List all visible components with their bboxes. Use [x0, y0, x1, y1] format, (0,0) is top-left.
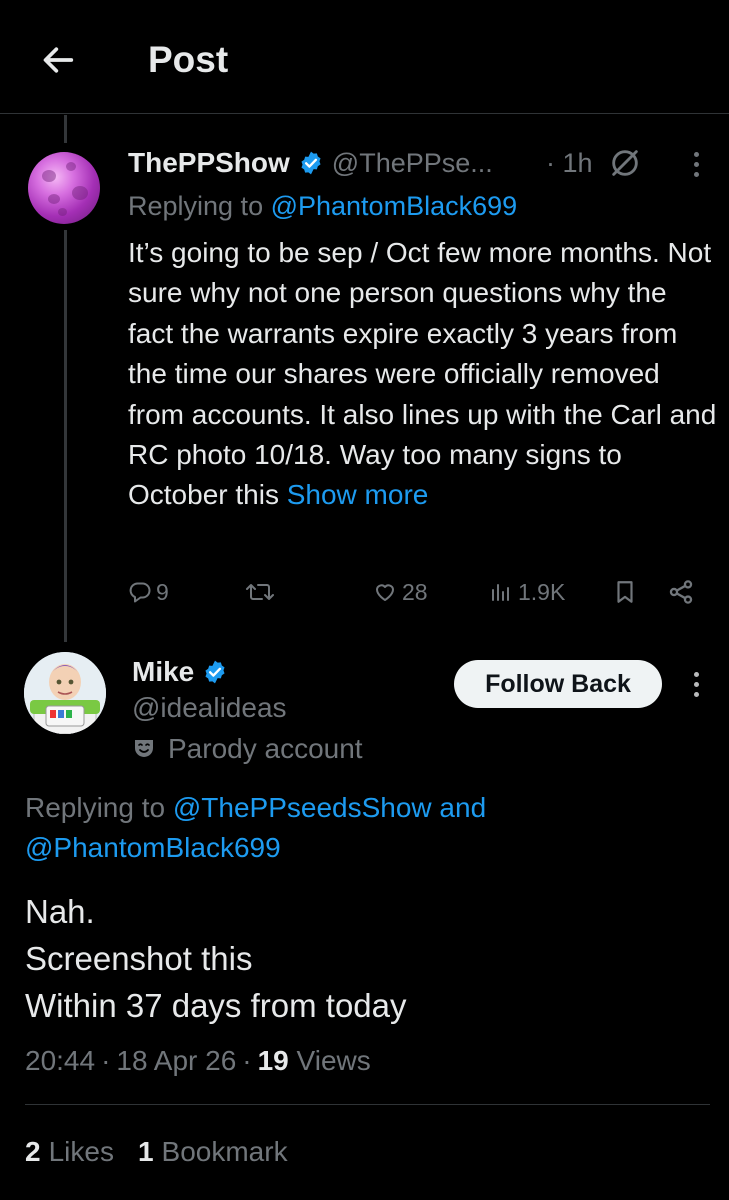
tweet-line: Within 37 days from today — [25, 987, 407, 1024]
author-name[interactable]: ThePPShow — [128, 147, 290, 179]
views-icon — [492, 584, 509, 601]
avatar-mike[interactable] — [24, 652, 106, 734]
replying-to-link[interactable]: @PhantomBlack699 — [25, 832, 281, 863]
like-count: 28 — [402, 578, 428, 605]
divider — [25, 1104, 710, 1105]
share-icon — [669, 580, 693, 604]
reply-icon — [129, 582, 151, 603]
reply-count: 9 — [156, 578, 169, 605]
replying-prefix: Replying to — [25, 792, 173, 823]
likes-stat[interactable]: 2 Likes — [25, 1136, 114, 1168]
author-handle[interactable]: @idealideas — [132, 690, 287, 726]
replying-to: Replying to @PhantomBlack699 — [128, 188, 517, 224]
back-arrow-icon — [43, 47, 74, 73]
reply-button[interactable]: 9 — [128, 570, 169, 614]
replying-and: and — [431, 792, 487, 823]
tweet-line: Nah. — [25, 893, 95, 930]
bookmark-button[interactable] — [612, 570, 638, 614]
parent-tweet-text: It’s going to be sep / Oct few more mont… — [128, 233, 718, 516]
more-options-button[interactable] — [684, 666, 708, 702]
tweet-meta: 20:44 · 18 Apr 26 · 19 Views — [25, 1040, 371, 1082]
separator: · — [101, 1045, 111, 1076]
page-title: Post — [148, 39, 229, 80]
replying-prefix: Replying to — [128, 191, 271, 221]
theater-mask-icon — [135, 740, 153, 757]
likes-count: 2 — [25, 1136, 41, 1167]
likes-label: Likes — [48, 1136, 114, 1167]
heart-icon — [376, 584, 394, 601]
views-count: 19 — [257, 1045, 289, 1076]
main-tweet-text: Nah. Screenshot this Within 37 days from… — [25, 888, 715, 1029]
tweet-body: It’s going to be sep / Oct few more mont… — [128, 237, 717, 511]
parent-tweet-header: ThePPShow @ThePPse... — [128, 143, 493, 183]
bookmark-icon — [617, 581, 633, 603]
parody-text: Parody account — [168, 733, 363, 764]
avatar-theppshow[interactable] — [28, 152, 100, 224]
parody-label: Parody account — [132, 730, 363, 768]
separator: · — [242, 1045, 252, 1076]
tweet-actions: 9 28 1.9K — [0, 570, 729, 614]
engagement-stats: 2 Likes 1 Bookmark — [25, 1132, 288, 1172]
bookmarks-count: 1 — [137, 1136, 154, 1167]
more-options-button[interactable] — [684, 146, 708, 182]
replying-to-link[interactable]: @PhantomBlack699 — [271, 191, 518, 221]
retweet-icon — [246, 584, 274, 600]
like-button[interactable]: 28 — [372, 570, 428, 614]
verified-badge-icon — [202, 659, 228, 685]
back-button[interactable] — [36, 38, 80, 82]
replying-to: Replying to @ThePPseedsShow and @Phantom… — [25, 788, 715, 868]
share-button[interactable] — [666, 570, 696, 614]
views-label: Views — [296, 1045, 371, 1076]
main-tweet-name-row: Mike — [132, 654, 228, 690]
author-name[interactable]: Mike — [132, 656, 194, 688]
tweet-line: Screenshot this — [25, 940, 253, 977]
tweet-time[interactable]: 20:44 — [25, 1045, 95, 1077]
verified-badge-icon — [298, 150, 324, 176]
show-more-link[interactable]: Show more — [287, 479, 429, 510]
thread-line-top — [64, 115, 67, 143]
tweet-date[interactable]: 18 Apr 26 — [116, 1045, 236, 1077]
replying-to-link[interactable]: @ThePPseedsShow — [173, 792, 432, 823]
retweet-button[interactable] — [245, 570, 275, 614]
grok-icon[interactable] — [608, 146, 642, 180]
views-count: 1.9K — [518, 578, 566, 605]
follow-back-button[interactable]: Follow Back — [454, 660, 662, 708]
views-button[interactable]: 1.9K — [488, 570, 565, 614]
tweet-time[interactable]: · 1h — [546, 143, 593, 183]
author-handle[interactable]: @ThePPse... — [332, 148, 493, 179]
top-bar: Post — [0, 0, 729, 114]
bookmarks-label: Bookmark — [161, 1136, 288, 1167]
bookmarks-stat[interactable]: 1 Bookmark — [138, 1136, 288, 1168]
